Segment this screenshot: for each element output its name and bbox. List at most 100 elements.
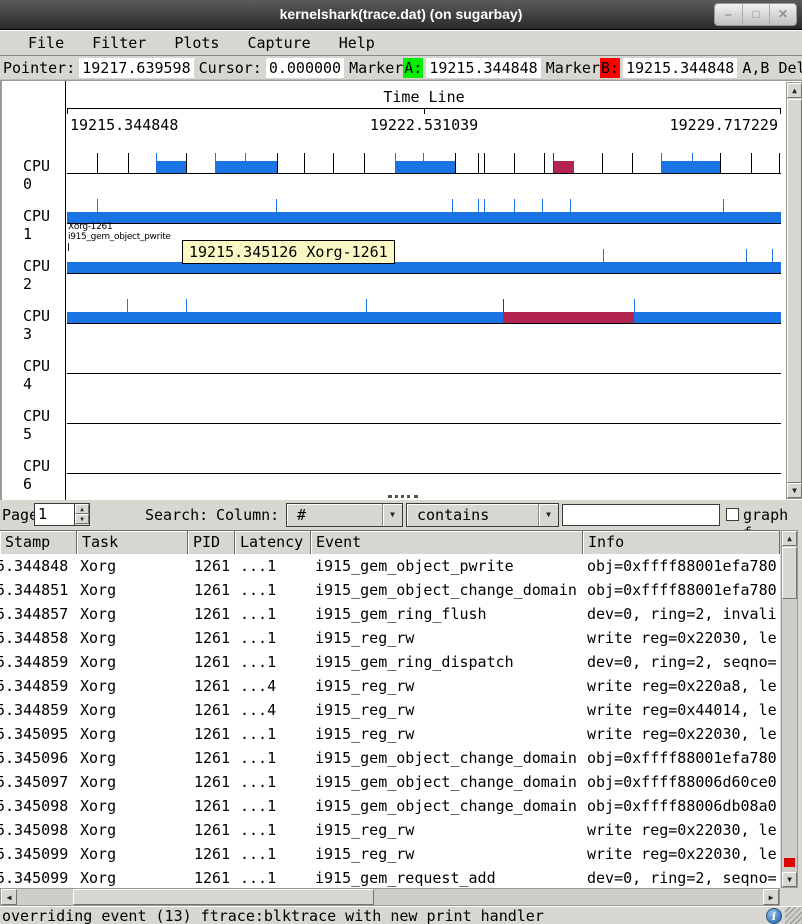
graph-follows-checkbox[interactable] (726, 508, 739, 521)
event-tick[interactable] (478, 153, 479, 173)
graph-scroll-thumb[interactable] (787, 99, 802, 483)
event-tick[interactable] (276, 199, 277, 212)
event-tick[interactable] (366, 299, 367, 312)
task-run-bar[interactable] (67, 212, 781, 223)
event-tick[interactable] (602, 153, 603, 173)
resize-grip-icon[interactable] (785, 907, 802, 924)
table-row[interactable]: 5.345098Xorg1261...1i915_reg_rwwrite reg… (0, 818, 780, 842)
event-tick[interactable] (395, 153, 396, 173)
event-tick[interactable] (277, 153, 278, 173)
event-tick[interactable] (484, 153, 485, 173)
table-row[interactable]: 5.345095Xorg1261...1i915_reg_rwwrite reg… (0, 722, 780, 746)
event-tick[interactable] (452, 199, 453, 212)
menu-file[interactable]: File (28, 34, 64, 52)
event-tick[interactable] (127, 299, 128, 312)
event-tick[interactable] (692, 153, 693, 173)
event-tick[interactable] (553, 153, 554, 173)
task-run-bar[interactable] (67, 312, 503, 323)
task-run-bar[interactable] (67, 262, 781, 273)
spin-down-icon[interactable]: ▼ (75, 514, 89, 524)
match-select[interactable]: contains ▼ (406, 503, 559, 527)
event-tick[interactable] (779, 153, 780, 173)
spin-up-icon[interactable]: ▲ (75, 504, 89, 514)
hscroll-thumb[interactable] (73, 889, 374, 905)
table-row[interactable]: 5.344859Xorg1261...4i915_reg_rwwrite reg… (0, 674, 780, 698)
event-tick[interactable] (364, 153, 365, 173)
event-tick[interactable] (723, 199, 724, 212)
task-run-bar[interactable] (156, 161, 186, 173)
table-row[interactable]: 5.344848Xorg1261...1i915_gem_object_pwri… (0, 554, 780, 578)
menu-help[interactable]: Help (339, 34, 375, 52)
event-tick[interactable] (514, 199, 515, 212)
event-tick[interactable] (97, 153, 98, 173)
table-horizontal-scrollbar[interactable]: ◀ ▶ (0, 888, 780, 906)
table-row[interactable]: 5.344859Xorg1261...1i915_gem_ring_dispat… (0, 650, 780, 674)
graph-scroll-down-icon[interactable]: ▼ (787, 483, 802, 498)
event-tick[interactable] (570, 199, 571, 212)
event-tick[interactable] (304, 153, 305, 173)
event-tick[interactable] (455, 153, 456, 173)
table-scroll-down-icon[interactable]: ▼ (782, 872, 797, 887)
event-tick[interactable] (503, 299, 504, 312)
table-row[interactable]: 5.344859Xorg1261...4i915_reg_rwwrite reg… (0, 698, 780, 722)
event-tick[interactable] (333, 153, 334, 173)
menu-plots[interactable]: Plots (174, 34, 219, 52)
task-run-bar[interactable] (395, 161, 455, 173)
event-tick[interactable] (661, 153, 662, 173)
event-tick[interactable] (215, 153, 216, 173)
event-tick[interactable] (720, 153, 721, 173)
event-tick[interactable] (186, 153, 187, 173)
info-icon[interactable]: i (766, 908, 782, 924)
column-header-event[interactable]: Event (311, 531, 583, 555)
event-tick[interactable] (128, 153, 129, 173)
table-row[interactable]: 5.345097Xorg1261...1i915_gem_object_chan… (0, 770, 780, 794)
event-tick[interactable] (751, 153, 752, 173)
column-header-latency[interactable]: Latency (235, 531, 311, 555)
event-tick[interactable] (772, 249, 773, 262)
graph-vertical-scrollbar[interactable]: ▲ ▼ (786, 82, 802, 499)
chevron-down-icon[interactable]: ▼ (382, 504, 402, 526)
table-row[interactable]: 5.344851Xorg1261...1i915_gem_object_chan… (0, 578, 780, 602)
chevron-down-icon[interactable]: ▼ (538, 504, 558, 526)
event-tick[interactable] (156, 153, 157, 173)
table-row[interactable]: 5.344857Xorg1261...1i915_gem_ring_flushd… (0, 602, 780, 626)
maximize-button[interactable]: □ (742, 4, 769, 25)
event-tick[interactable] (423, 153, 424, 173)
event-tick[interactable] (484, 199, 485, 212)
task-run-bar[interactable] (634, 312, 781, 323)
table-scroll-up-icon[interactable]: ▲ (782, 531, 797, 546)
graph-pane[interactable]: Time Line 19215.344848 19222.531039 1922… (0, 80, 802, 500)
event-tick[interactable] (245, 153, 246, 173)
event-tick[interactable] (478, 199, 479, 212)
marked-region-bar[interactable] (553, 161, 574, 173)
event-tick[interactable] (632, 153, 633, 173)
column-header-task[interactable]: Task (77, 531, 188, 555)
minimize-button[interactable]: – (715, 4, 742, 25)
menu-capture[interactable]: Capture (247, 34, 310, 52)
event-tick[interactable] (544, 153, 545, 173)
event-tick[interactable] (746, 249, 747, 262)
event-tick[interactable] (514, 153, 515, 173)
table-row[interactable]: 5.345096Xorg1261...1i915_gem_object_chan… (0, 746, 780, 770)
task-run-bar[interactable] (215, 161, 277, 173)
table-row[interactable]: 5.345099Xorg1261...1i915_reg_rwwrite reg… (0, 842, 780, 866)
title-bar[interactable]: kernelshark(trace.dat) (on sugarbay) – □… (0, 0, 802, 30)
column-header-stamp[interactable]: Stamp (0, 531, 77, 555)
event-tick[interactable] (542, 199, 543, 212)
close-button[interactable]: ✕ (769, 4, 796, 25)
event-tick[interactable] (97, 199, 98, 212)
table-row[interactable]: 5.345098Xorg1261...1i915_gem_object_chan… (0, 794, 780, 818)
event-tick[interactable] (186, 299, 187, 312)
scroll-left-icon[interactable]: ◀ (1, 889, 17, 905)
graph-scroll-up-icon[interactable]: ▲ (787, 83, 802, 98)
menu-filter[interactable]: Filter (92, 34, 146, 52)
event-tick[interactable] (603, 249, 604, 262)
table-row[interactable]: 5.345099Xorg1261...1i915_gem_request_add… (0, 866, 780, 888)
scroll-right-icon[interactable]: ▶ (763, 889, 779, 905)
page-spinner[interactable]: 1 ▲ ▼ (34, 503, 90, 526)
marked-region-bar[interactable] (503, 312, 634, 323)
search-input[interactable] (562, 504, 720, 526)
task-run-bar[interactable] (661, 161, 720, 173)
column-header-info[interactable]: Info (583, 531, 780, 555)
table-vertical-scrollbar[interactable]: ▲ ▼ (781, 530, 798, 888)
